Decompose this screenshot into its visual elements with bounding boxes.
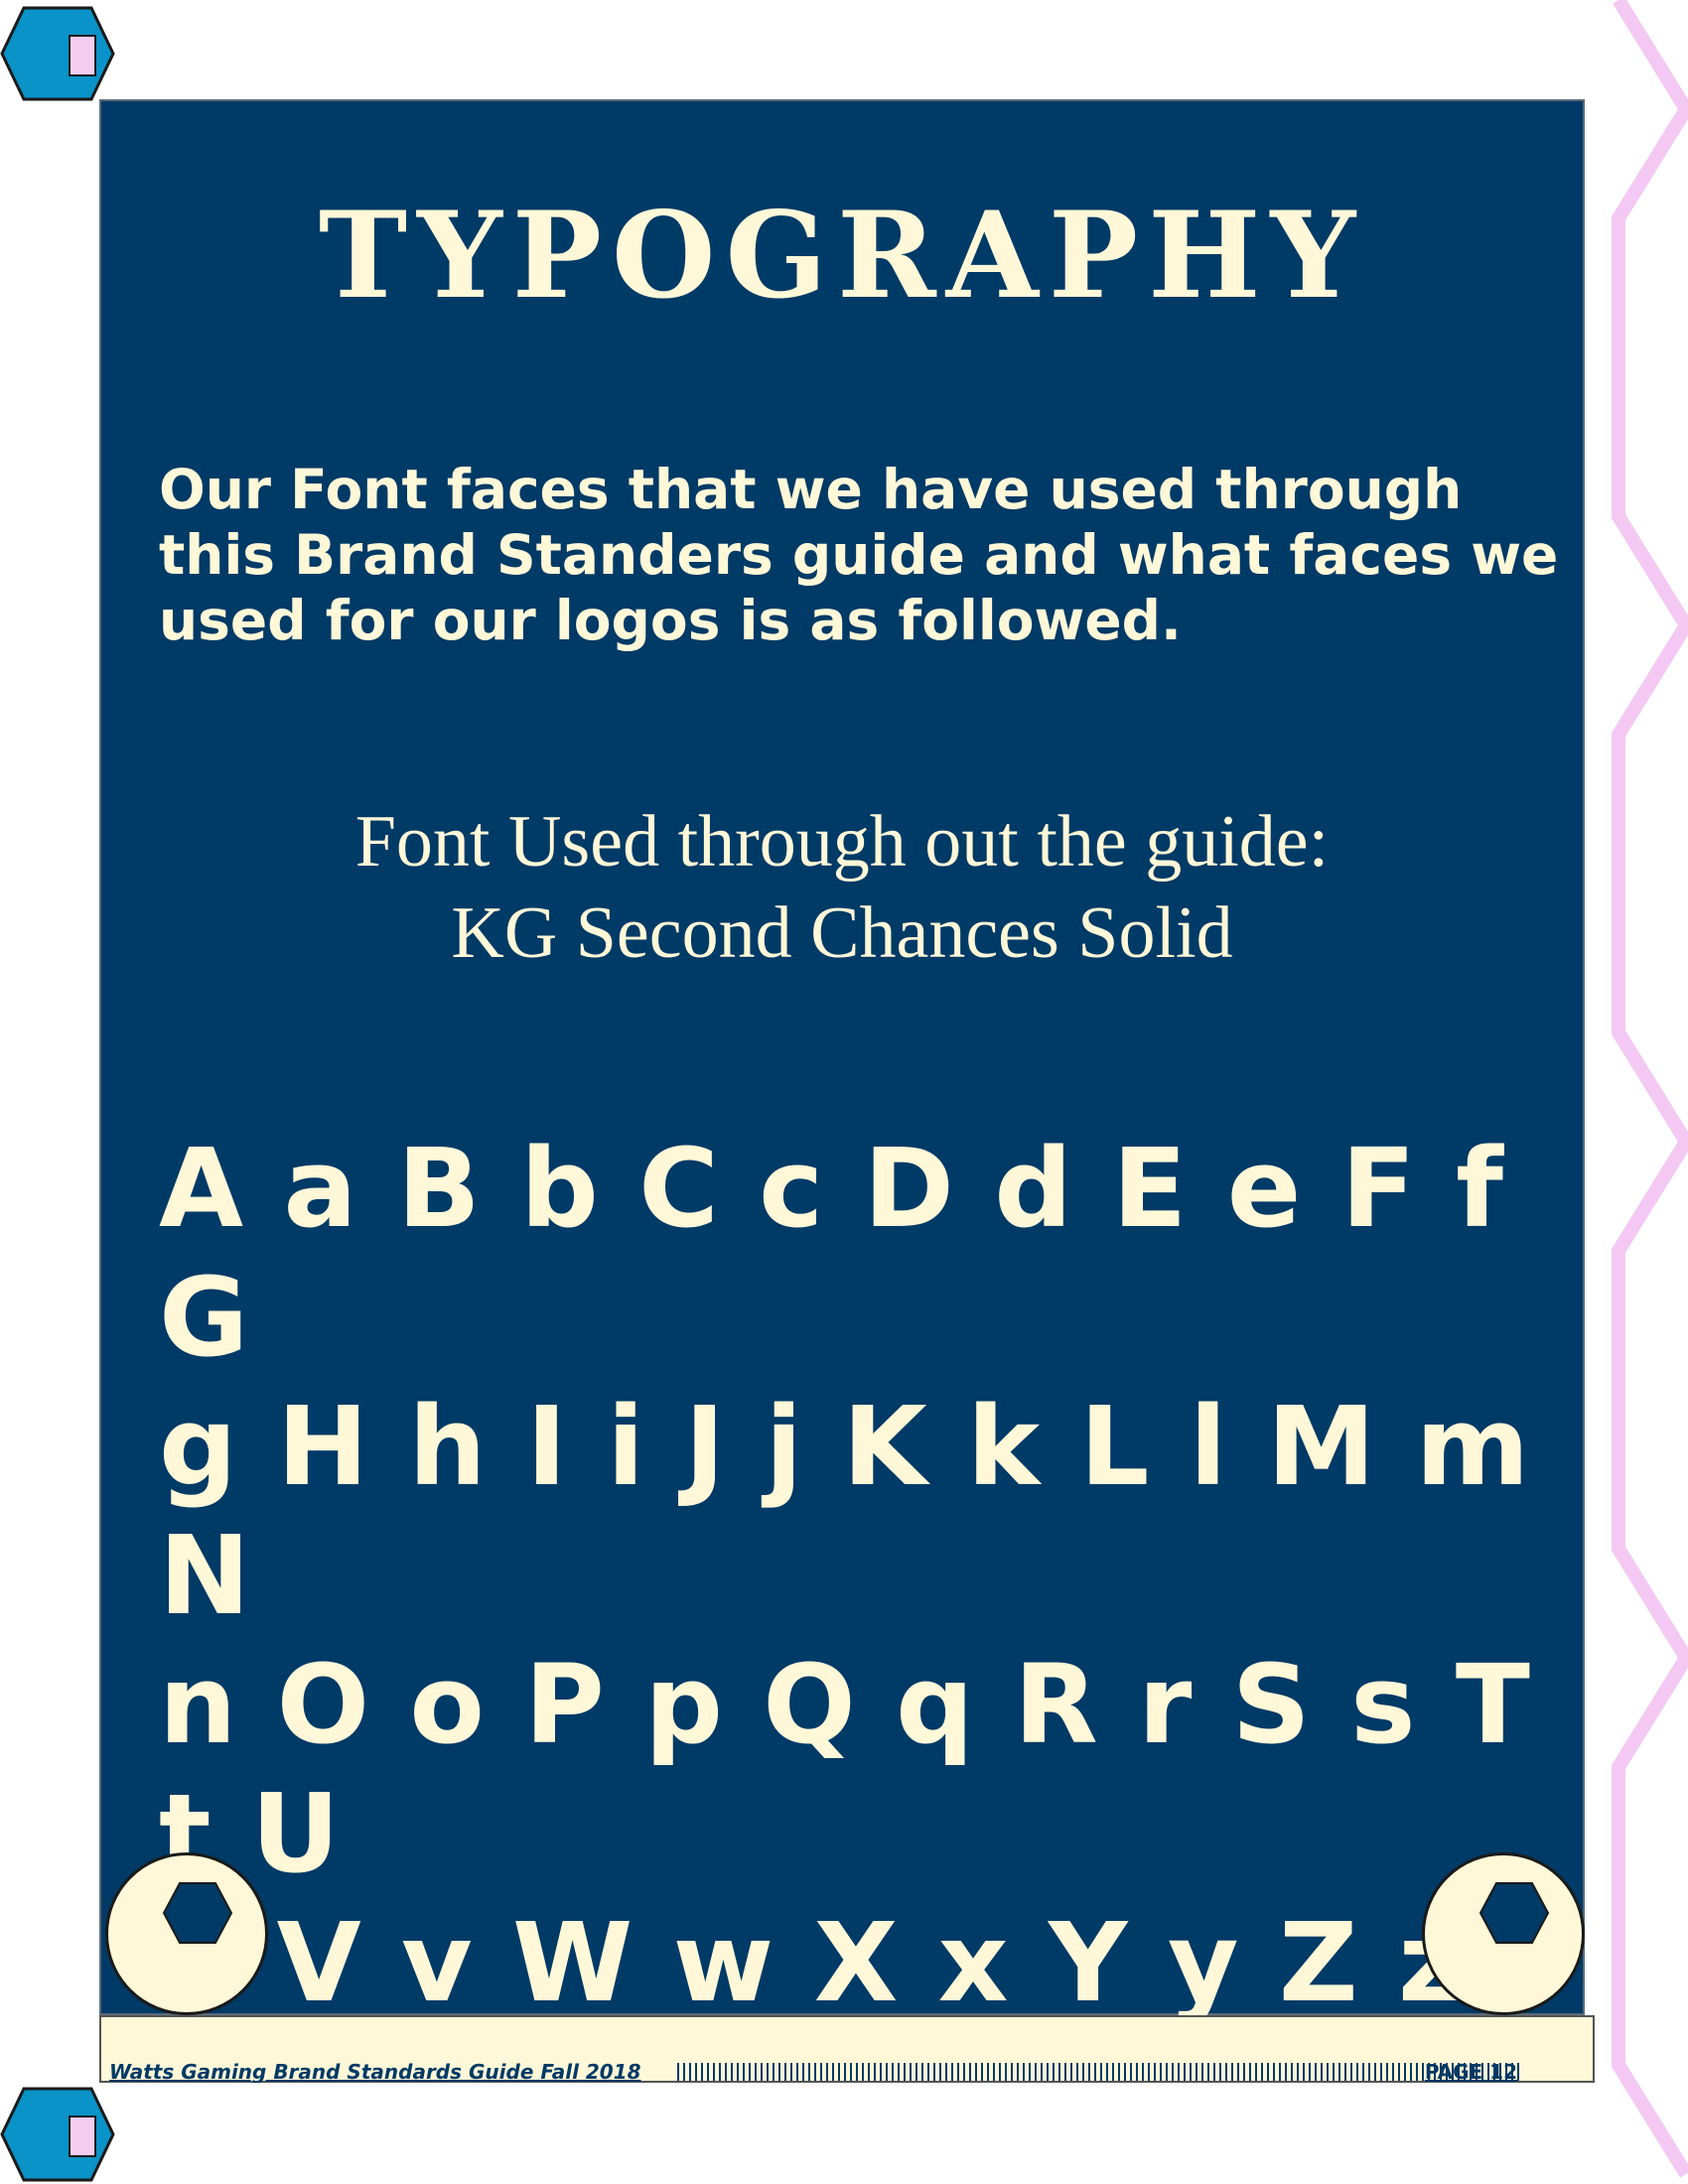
circle-badge-right: [1422, 1852, 1585, 2015]
circle-badge-left: [105, 1852, 268, 2015]
corner-hexagon-bottom-icon: [0, 2087, 115, 2182]
hexagon-icon: [1478, 1882, 1550, 1944]
font-name: KG Second Chances Solid: [451, 892, 1233, 974]
hexagon-icon: [162, 1882, 233, 1944]
alphabet-sample: A a B b C c D d E e F f G g H h I i J j …: [159, 1124, 1589, 2027]
alphabet-line: A a B b C c D d E e F f G: [159, 1125, 1507, 1381]
zigzag-decoration: [1612, 0, 1688, 2178]
footer-page-number: PAGE 12: [1424, 2060, 1517, 2084]
alphabet-line: u V v W w X x Y y Z z: [159, 1899, 1466, 2026]
font-label: Font Used through out the guide:: [354, 801, 1330, 883]
page-footer: Watts Gaming Brand Standards Guide Fall …: [99, 2015, 1595, 2083]
typography-panel: TYPOGRAPHY Our Font faces that we have u…: [99, 99, 1585, 2026]
page-title: TYPOGRAPHY: [318, 186, 1366, 326]
footer-tick-rule: [677, 2063, 1521, 2081]
intro-text: Our Font faces that we have used through…: [159, 458, 1559, 652]
corner-hexagon-top-icon: [0, 6, 115, 101]
alphabet-line: g H h I i J j K k L l M m N: [159, 1383, 1534, 1639]
font-info: Font Used through out the guide: KG Seco…: [101, 796, 1583, 979]
alphabet-line: n O o P p Q q R r S s T t U: [159, 1641, 1534, 1897]
